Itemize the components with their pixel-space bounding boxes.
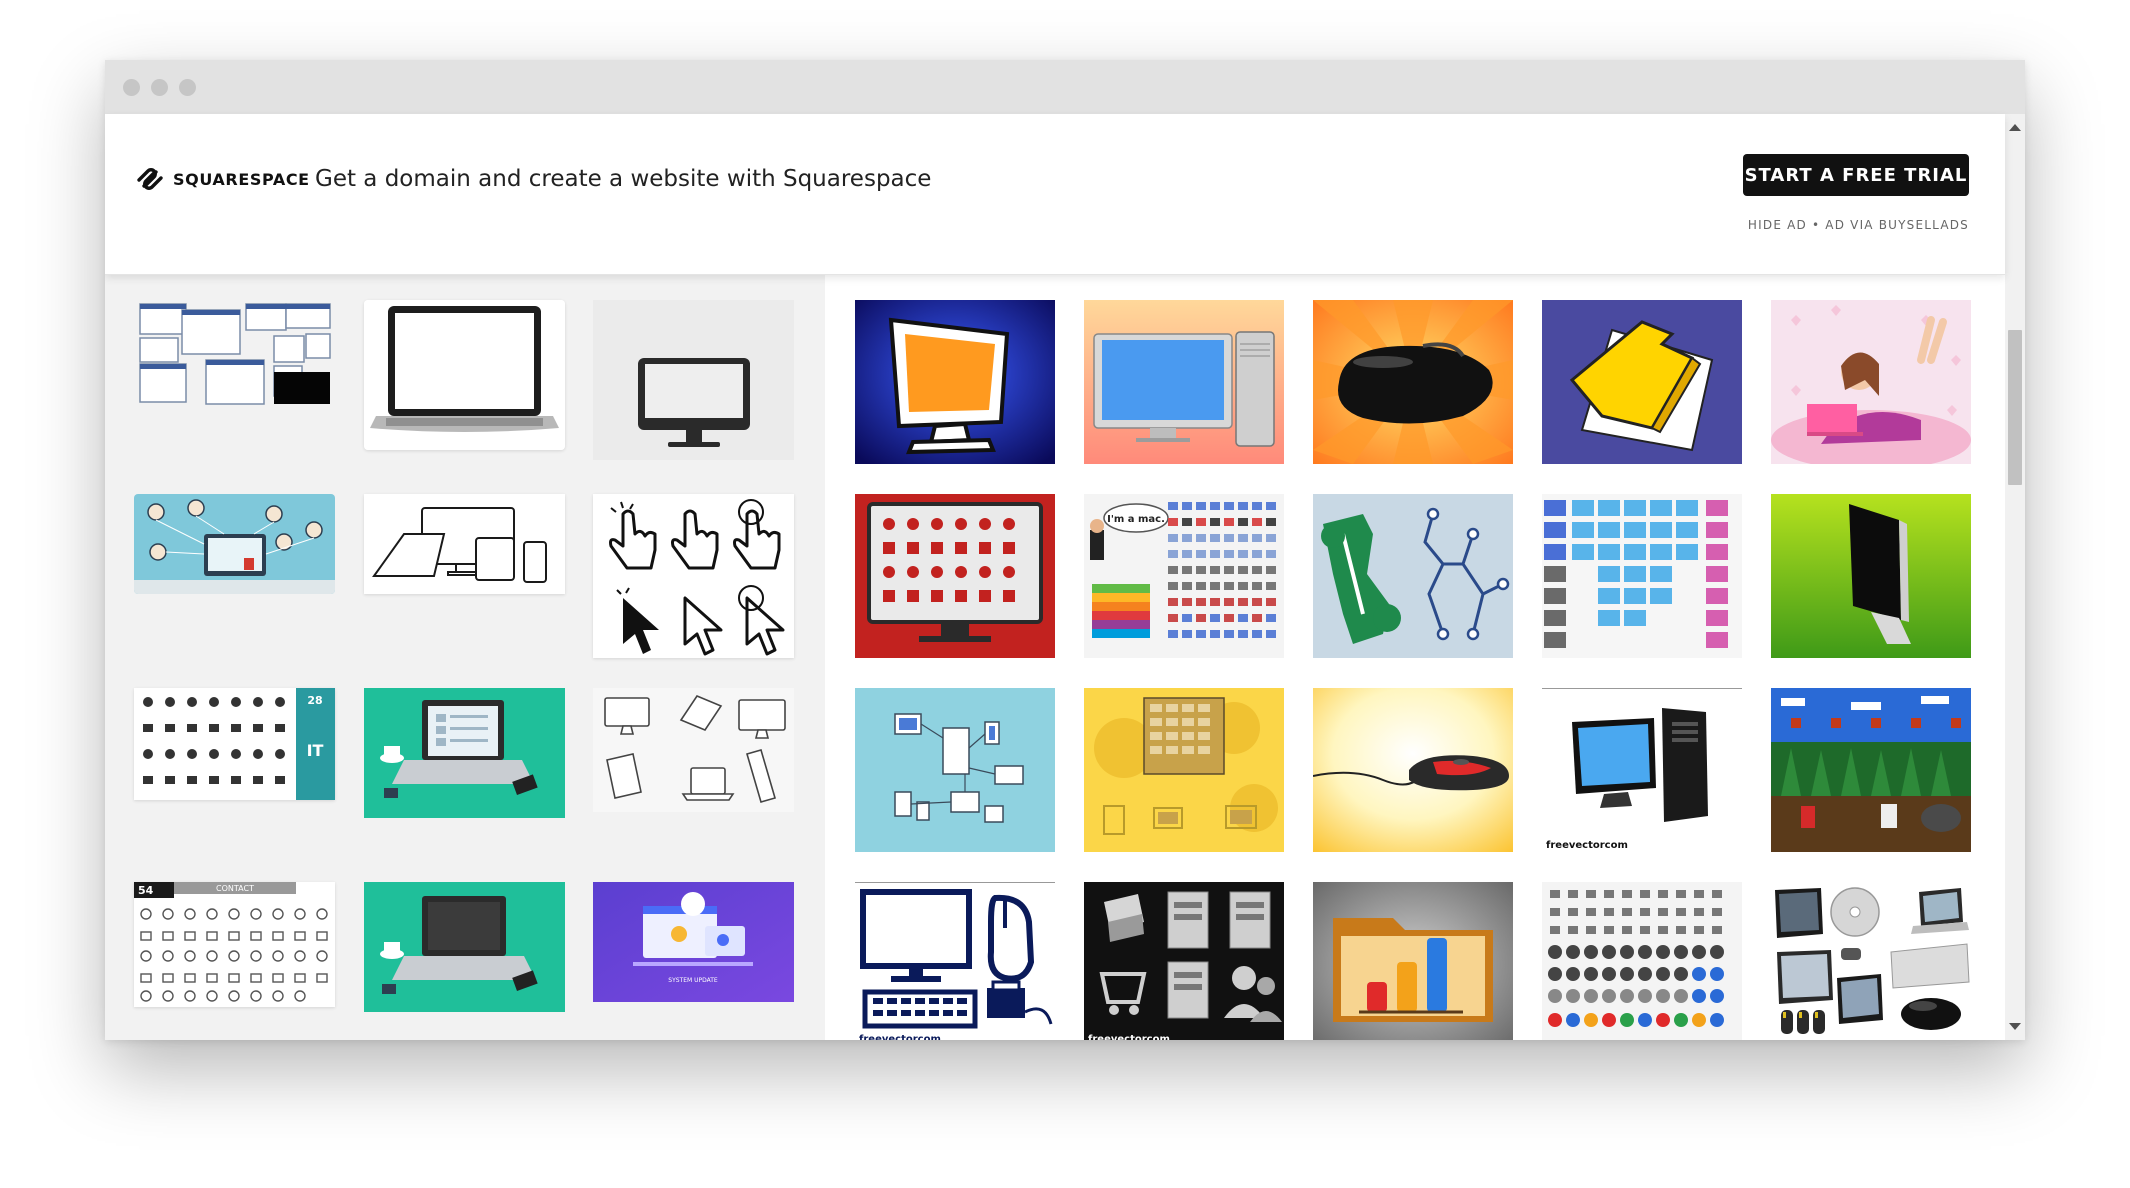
bar-chart-folder-image [1313,882,1513,1040]
it-badge-label: IT [307,741,324,760]
laptop-workspace-image [364,688,565,818]
thumb-network-people[interactable] [134,494,335,594]
result-girl-laptop[interactable] [1771,300,1971,464]
result-office-devices[interactable] [855,688,1055,852]
thumb-devices-outline[interactable] [364,494,565,594]
imac-green-image [1771,494,1971,658]
icons-count: 54 [138,884,154,897]
monitor-tower-image [1084,300,1284,464]
girl-laptop-image [1771,300,1971,464]
result-bar-chart-folder[interactable] [1313,882,1513,1040]
computer-devices-image [1771,882,1971,1040]
red-icons-monitor-image [855,494,1055,658]
system-update-label: SYSTEM UPDATE [668,977,718,984]
result-red-mouse[interactable] [1313,688,1513,852]
result-computer-outline[interactable]: freevectorcom [855,882,1055,1040]
thumb-monitor-icon[interactable] [593,300,794,460]
thumb-device-outlines[interactable] [593,688,794,812]
result-imac-green[interactable] [1771,494,1971,658]
brand-name: SQUARESPACE [173,169,310,189]
devices-outline-image [364,494,565,594]
result-folder-icons[interactable] [1542,494,1742,658]
squarespace-logo[interactable]: SQUARESPACE [135,164,310,194]
thumb-hand-cursors[interactable] [593,494,794,658]
result-server-yellow[interactable] [1084,688,1284,852]
result-im-a-mac[interactable]: I'm a mac. [1084,494,1284,658]
ad-footer: HIDE AD • AD VIA BUYSELLADS [1748,218,1969,232]
thumb-it-icons[interactable]: 28 IT [134,688,335,800]
result-pixel-game[interactable] [1771,688,1971,852]
thumb-laptop-desk[interactable] [364,882,565,1012]
servers-dark-image: freevectorcom [1084,882,1284,1040]
result-mouse-burst[interactable] [1313,300,1513,464]
contact-icons-image: 54 CONTACT [134,882,335,1007]
folder-icons-image [1542,494,1742,658]
browser-window: SQUARESPACE Get a domain and create a we… [105,60,2025,1040]
mouse-burst-image [1313,300,1513,464]
hand-cursors-image [593,494,794,658]
laptop-image [364,300,565,450]
scrollbar-thumb[interactable] [2008,330,2022,485]
thumb-contact-icons[interactable]: 54 CONTACT [134,882,335,1007]
ad-banner: SQUARESPACE Get a domain and create a we… [105,114,2005,275]
contact-label: CONTACT [216,884,254,893]
related-results-panel: 28 IT 54 CONTACT SYSTEM UPDATE [105,274,825,1040]
scroll-up-icon[interactable] [2009,124,2021,131]
system-update-image: SYSTEM UPDATE [593,882,794,1002]
pc-monitor-image: freevectorcom [1542,688,1742,852]
server-yellow-image [1084,688,1284,852]
monitor-icon [593,300,794,460]
scroll-down-icon[interactable] [2009,1023,2021,1030]
maximize-window-dot[interactable] [179,79,196,96]
close-window-dot[interactable] [123,79,140,96]
hide-ad-link[interactable]: HIDE AD [1748,218,1807,232]
watermark-text: freevectorcom [1546,840,1628,851]
computer-outline-image: freevectorcom [855,882,1055,1040]
start-free-trial-button[interactable]: START A FREE TRIAL [1743,154,1969,196]
result-red-icons-monitor[interactable] [855,494,1055,658]
watermark-text-3: freevectorcom [1088,1034,1170,1040]
device-outlines-image [593,688,794,812]
thumb-laptop-workspace[interactable] [364,688,565,818]
ad-separator: • [1812,218,1821,232]
it-badge-number: 28 [307,694,322,707]
im-a-mac-image: I'm a mac. [1084,494,1284,658]
it-icons-image: 28 IT [134,688,335,800]
thumb-window-screens[interactable] [134,300,335,410]
squarespace-logo-icon [137,168,163,190]
title-bar [105,60,2025,114]
result-pc-monitor[interactable]: freevectorcom [1542,688,1742,852]
laptop-desk-image [364,882,565,1012]
result-servers-dark[interactable]: freevectorcom [1084,882,1284,1040]
im-a-mac-text: I'm a mac. [1107,514,1165,525]
network-people-image [134,494,335,594]
result-computer-devices[interactable] [1771,882,1971,1040]
arrow-buttons-image [1542,882,1742,1040]
circuit-image [1313,494,1513,658]
pixel-game-image [1771,688,1971,852]
result-monitor-orange[interactable] [855,300,1055,464]
red-mouse-image [1313,688,1513,852]
window-screens-image [134,300,335,410]
ad-via-link[interactable]: AD VIA BUYSELLADS [1825,218,1969,232]
ad-tagline[interactable]: Get a domain and create a website with S… [315,164,931,194]
search-results-grid: I'm a mac. freevectorcom freevectorcom f… [825,274,2005,1040]
orange-monitor-image [855,300,1055,464]
thumb-system-update[interactable]: SYSTEM UPDATE [593,882,794,1002]
result-circuit[interactable] [1313,494,1513,658]
watermark-text-2: freevectorcom [859,1034,941,1040]
thumb-laptop[interactable] [364,300,565,450]
yellow-folder-image [1542,300,1742,464]
vertical-scrollbar[interactable] [2005,114,2025,1040]
result-arrow-buttons[interactable] [1542,882,1742,1040]
result-monitor-tower[interactable] [1084,300,1284,464]
result-yellow-folder[interactable] [1542,300,1742,464]
minimize-window-dot[interactable] [151,79,168,96]
office-devices-image [855,688,1055,852]
